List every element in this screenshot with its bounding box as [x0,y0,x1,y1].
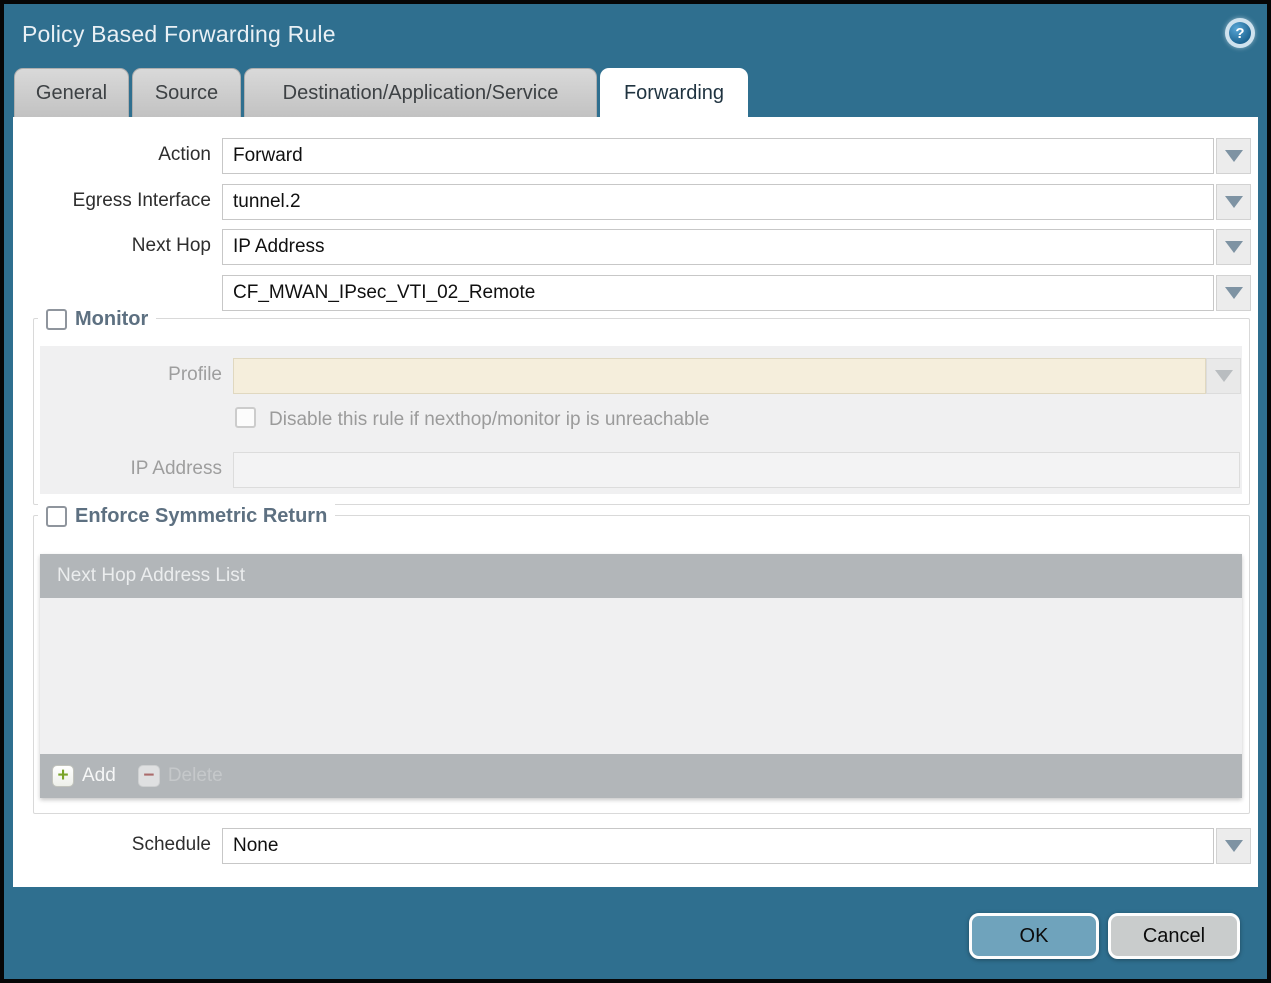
question-mark-icon: ? [1229,22,1251,44]
tab-bar: General Source Destination/Application/S… [14,68,748,117]
tab-destination-application-service[interactable]: Destination/Application/Service [244,68,597,117]
schedule-dropdown-button[interactable] [1216,828,1251,864]
chevron-down-icon [1225,196,1243,208]
monitor-ip-address-input [233,452,1240,488]
enforce-symmetric-return-legend: Enforce Symmetric Return [38,502,335,530]
action-dropdown-button[interactable] [1216,138,1251,174]
table-header: Next Hop Address List [40,554,1242,598]
next-hop-type-input[interactable] [222,229,1214,265]
forwarding-tab-panel: Action Egress Interface Next Hop Monitor [13,117,1258,887]
delete-button: − Delete [138,765,223,787]
schedule-label: Schedule [13,834,211,856]
table-footer: + Add − Delete [40,754,1242,798]
profile-input [233,358,1206,394]
egress-interface-dropdown-button[interactable] [1216,184,1251,220]
enforce-symmetric-return-checkbox[interactable] [46,506,67,527]
chevron-down-icon [1225,840,1243,852]
disable-rule-checkbox [235,407,256,428]
tab-general[interactable]: General [14,68,129,117]
ok-button[interactable]: OK [969,913,1099,959]
next-hop-address-dropdown-button[interactable] [1216,275,1251,311]
monitor-checkbox[interactable] [46,309,67,330]
pbf-rule-dialog: Policy Based Forwarding Rule ? General S… [0,0,1271,983]
add-button[interactable]: + Add [52,765,116,787]
plus-icon: + [52,765,74,787]
chevron-down-icon [1225,287,1243,299]
monitor-legend: Monitor [38,305,156,333]
schedule-input[interactable] [222,828,1214,864]
disable-rule-label: Disable this rule if nexthop/monitor ip … [269,409,709,431]
monitor-ip-address-label: IP Address [13,458,222,480]
next-hop-address-table: Next Hop Address List + Add − Delete [40,554,1242,798]
chevron-down-icon [1225,150,1243,162]
tab-forwarding[interactable]: Forwarding [600,68,748,118]
cancel-button[interactable]: Cancel [1108,913,1240,959]
enforce-symmetric-return-label: Enforce Symmetric Return [75,505,327,528]
monitor-label: Monitor [75,308,148,331]
next-hop-address-input[interactable] [222,275,1214,311]
action-label: Action [13,144,211,166]
chevron-down-icon [1215,370,1233,382]
dialog-title: Policy Based Forwarding Rule [22,21,336,48]
minus-icon: − [138,765,160,787]
egress-interface-label: Egress Interface [13,190,211,212]
next-hop-type-dropdown-button[interactable] [1216,229,1251,265]
egress-interface-input[interactable] [222,184,1214,220]
chevron-down-icon [1225,241,1243,253]
profile-label: Profile [13,364,222,386]
table-body-empty [40,598,1242,754]
action-input[interactable] [222,138,1214,174]
next-hop-label: Next Hop [13,235,211,257]
profile-dropdown-button [1206,358,1241,394]
tab-source[interactable]: Source [132,68,241,117]
help-icon[interactable]: ? [1225,18,1255,48]
